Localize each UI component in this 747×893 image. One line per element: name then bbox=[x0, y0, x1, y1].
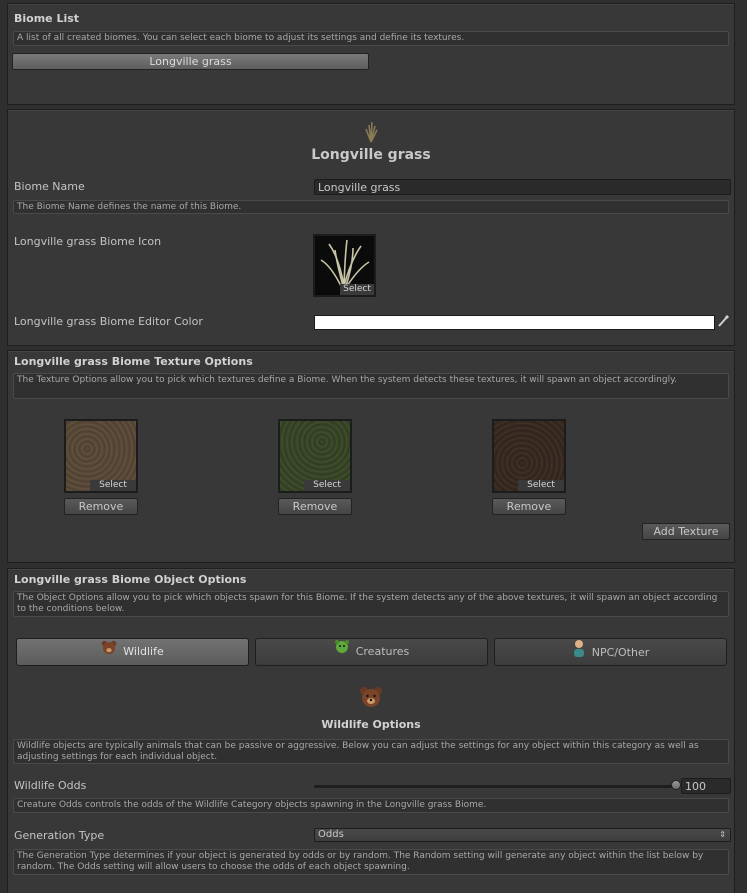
tab-wildlife-label: Wildlife bbox=[123, 645, 164, 658]
biome-name-help: The Biome Name defines the name of this … bbox=[13, 200, 729, 214]
biome-icon-label: Longville grass Biome Icon bbox=[14, 235, 162, 248]
texture-2-select-button[interactable]: Select bbox=[304, 480, 350, 491]
generation-type-dropdown[interactable]: Odds ⇕ bbox=[314, 828, 731, 842]
odds-slider-thumb[interactable] bbox=[671, 780, 681, 790]
texture-1-select-button[interactable]: Select bbox=[90, 480, 136, 491]
biome-settings-panel: Longville grass Biome Name Longville gra… bbox=[7, 109, 735, 346]
texture-3-remove-button[interactable]: Remove bbox=[492, 498, 566, 515]
texture-slot-2[interactable]: Select bbox=[278, 419, 352, 493]
generation-type-label: Generation Type bbox=[14, 829, 105, 842]
creature-icon bbox=[334, 639, 350, 665]
odds-value-field[interactable]: 100 bbox=[681, 778, 731, 794]
biome-name-label: Biome Name bbox=[14, 180, 85, 193]
texture-slot-3[interactable]: Select bbox=[492, 419, 566, 493]
biome-title: Longville grass bbox=[311, 147, 431, 163]
tab-creatures-label: Creatures bbox=[355, 645, 410, 658]
odds-slider-track[interactable] bbox=[314, 785, 676, 788]
texture-options-panel: Longville grass Biome Texture Options Th… bbox=[7, 350, 735, 563]
grass-icon bbox=[320, 239, 370, 286]
add-texture-button[interactable]: Add Texture bbox=[642, 523, 730, 540]
texture-options-header: Longville grass Biome Texture Options bbox=[14, 355, 253, 368]
biome-grass-icon bbox=[8, 119, 734, 146]
dropdown-arrows-icon: ⇕ bbox=[719, 830, 726, 839]
biome-color-label: Longville grass Biome Editor Color bbox=[14, 315, 203, 328]
biome-color-swatch[interactable] bbox=[314, 315, 715, 330]
tab-creatures[interactable]: Creatures bbox=[255, 638, 488, 666]
section-title: Wildlife Options bbox=[321, 718, 421, 731]
odds-label: Wildlife Odds bbox=[14, 779, 87, 792]
texture-options-help: The Texture Options allow you to pick wh… bbox=[13, 373, 729, 399]
biome-icon-slot[interactable]: Select bbox=[313, 234, 376, 297]
tab-npc-other-label: NPC/Other bbox=[591, 646, 650, 659]
object-options-panel: Longville grass Biome Object Options The… bbox=[7, 568, 735, 893]
biome-list-help: A list of all created biomes. You can se… bbox=[13, 31, 729, 46]
generation-type-help: The Generation Type determines if your o… bbox=[13, 849, 729, 875]
person-icon bbox=[572, 639, 586, 667]
tab-wildlife[interactable]: Wildlife bbox=[16, 638, 249, 666]
texture-1-remove-button[interactable]: Remove bbox=[64, 498, 138, 515]
object-options-help: The Object Options allow you to pick whi… bbox=[13, 591, 729, 617]
bear-icon bbox=[101, 639, 117, 665]
tab-npc-other[interactable]: NPC/Other bbox=[494, 638, 727, 666]
eyedropper-icon[interactable] bbox=[717, 314, 730, 331]
object-options-header: Longville grass Biome Object Options bbox=[14, 573, 247, 586]
biome-name-field[interactable]: Longville grass bbox=[314, 179, 731, 195]
texture-slot-1[interactable]: Select bbox=[64, 419, 138, 493]
texture-3-select-button[interactable]: Select bbox=[518, 480, 564, 491]
texture-2-remove-button[interactable]: Remove bbox=[278, 498, 352, 515]
biome-list-header: Biome List bbox=[14, 12, 80, 25]
section-help: Wildlife objects are typically animals t… bbox=[13, 739, 729, 764]
biome-list-panel: Biome List A list of all created biomes.… bbox=[7, 3, 735, 105]
odds-help: Creature Odds controls the odds of the W… bbox=[13, 798, 729, 813]
biome-icon-select-button[interactable]: Select bbox=[340, 284, 374, 295]
biome-list-item[interactable]: Longville grass bbox=[12, 53, 369, 70]
generation-type-value: Odds bbox=[318, 829, 344, 840]
bear-icon bbox=[8, 686, 734, 711]
